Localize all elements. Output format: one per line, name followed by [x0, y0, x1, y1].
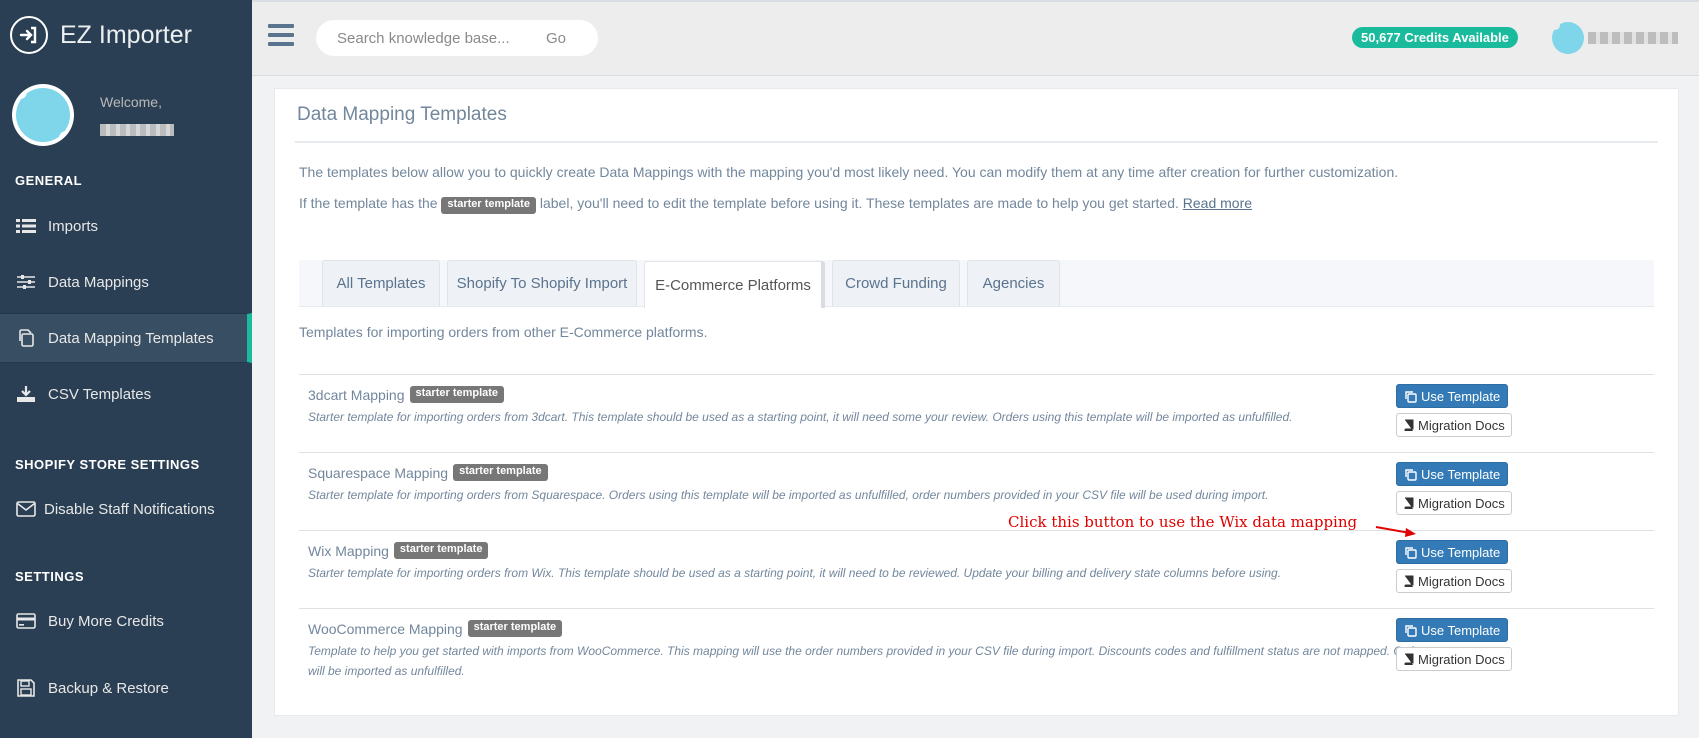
profile: Welcome,: [0, 70, 252, 160]
annotation-text: Click this button to use the Wix data ma…: [1008, 513, 1358, 531]
sidebar-item-label: Data Mapping Templates: [48, 329, 214, 347]
starter-template-badge: starter template: [453, 464, 548, 481]
use-template-button[interactable]: Use Template: [1396, 384, 1509, 408]
migration-docs-label: Migration Docs: [1418, 573, 1505, 589]
sidebar-item-label: CSV Templates: [48, 385, 152, 403]
template-name: Wix Mapping: [308, 542, 389, 559]
copy-icon: [15, 327, 37, 349]
credits-badge: 50,677 Credits Available: [1352, 27, 1518, 48]
sidebar-item-label: Disable Staff Notifications: [44, 500, 215, 518]
section-settings: SETTINGS: [15, 569, 85, 584]
envelope-icon: [15, 498, 37, 520]
tab-crowd-funding[interactable]: Crowd Funding: [832, 260, 960, 306]
migration-docs-label: Migration Docs: [1418, 417, 1505, 433]
app-title: EZ Importer: [60, 20, 192, 49]
migration-docs-label: Migration Docs: [1418, 651, 1505, 667]
use-template-label: Use Template: [1421, 622, 1501, 638]
sidebar-item-data-mappings[interactable]: Data Mappings: [0, 257, 252, 307]
copy-icon: [1405, 390, 1417, 403]
annotation-arrow-icon: [1375, 526, 1416, 537]
intro-text: The templates below allow you to quickly…: [299, 164, 1399, 180]
template-row-squarespace: Squarespace Mapping starter template Star…: [299, 453, 1654, 531]
template-name: Squarespace Mapping: [308, 464, 449, 481]
sidebar-item-label: Data Mappings: [48, 273, 149, 291]
list-icon: [15, 215, 37, 237]
sidebar-item-data-mapping-templates[interactable]: Data Mapping Templates: [0, 313, 252, 363]
user-menu[interactable]: [1552, 22, 1678, 54]
sidebar-item-csv-templates[interactable]: CSV Templates: [0, 369, 252, 419]
intro-starter-note: If the template has the starter template…: [299, 193, 1656, 214]
page-title: Data Mapping Templates: [295, 89, 1658, 143]
starter-template-badge: starter template: [441, 197, 536, 214]
template-name: WooCommerce Mapping: [308, 620, 463, 637]
book-icon: [1404, 497, 1414, 509]
templates-panel: Data Mapping Templates The templates bel…: [274, 88, 1679, 716]
search-input[interactable]: [316, 29, 546, 47]
migration-docs-button[interactable]: Migration Docs: [1396, 569, 1512, 593]
template-row-3dcart: 3dcart Mapping starter template Starter t…: [299, 375, 1654, 453]
use-template-button[interactable]: Use Template: [1396, 540, 1509, 564]
migration-docs-button[interactable]: Migration Docs: [1396, 413, 1512, 437]
book-icon: [1404, 419, 1414, 431]
section-general: GENERAL: [15, 173, 83, 188]
template-tabs: All Templates Shopify To Shopify Import …: [299, 260, 1654, 308]
copy-icon: [1405, 624, 1417, 637]
template-description: Starter template for importing orders fr…: [308, 566, 1282, 580]
template-name: 3dcart Mapping: [308, 386, 405, 403]
use-template-label: Use Template: [1421, 466, 1501, 482]
migration-docs-label: Migration Docs: [1418, 495, 1505, 511]
top-nav: Go 50,677 Credits Available: [252, 0, 1699, 76]
template-row-woocommerce: WooCommerce Mapping starter template Temp…: [299, 609, 1654, 687]
migration-docs-button[interactable]: Migration Docs: [1396, 647, 1512, 671]
sidebar-item-imports[interactable]: Imports: [0, 201, 252, 251]
intro-note-after: label, you'll need to edit the template …: [539, 195, 1179, 211]
copy-icon: [1405, 546, 1417, 559]
starter-template-badge: starter template: [409, 386, 505, 403]
sidebar-item-backup-restore[interactable]: Backup & Restore: [0, 663, 252, 713]
template-row-wix: Wix Mapping starter template Starter temp…: [299, 531, 1654, 609]
intro-note-before: If the template has the: [299, 195, 438, 211]
migration-docs-button[interactable]: Migration Docs: [1396, 491, 1512, 515]
sidebar-item-label: Buy More Credits: [48, 612, 164, 630]
sidebar-item-label: Imports: [48, 217, 99, 235]
starter-template-badge: starter template: [467, 620, 563, 637]
use-template-button[interactable]: Use Template: [1396, 618, 1509, 642]
tab-agencies[interactable]: Agencies: [967, 260, 1060, 306]
credit-card-icon: [15, 610, 37, 632]
floppy-icon: [15, 677, 37, 699]
welcome-label: Welcome,: [100, 94, 162, 110]
sliders-icon: [15, 271, 37, 293]
sidebar-item-buy-more-credits[interactable]: Buy More Credits: [0, 596, 252, 646]
sidebar: EZ Importer Welcome, GENERAL Imports Dat…: [0, 0, 252, 738]
tab-shopify-to-shopify-import[interactable]: Shopify To Shopify Import: [447, 260, 637, 306]
tab-e-commerce-platforms[interactable]: E-Commerce Platforms: [644, 261, 825, 308]
tab-description: Templates for importing orders from othe…: [299, 324, 708, 340]
read-more-link[interactable]: Read more: [1183, 195, 1252, 211]
template-description: Starter template for importing orders fr…: [308, 410, 1293, 424]
search-box: Go: [316, 20, 598, 56]
starter-template-badge: starter template: [393, 542, 489, 559]
tab-all-templates[interactable]: All Templates: [322, 260, 440, 306]
avatar: [12, 84, 74, 146]
download-icon: [15, 383, 37, 405]
menu-toggle-icon[interactable]: [268, 24, 294, 46]
sidebar-item-label: Backup & Restore: [48, 679, 169, 697]
user-name-redacted: [100, 124, 174, 136]
user-name-redacted: [1588, 32, 1678, 44]
book-icon: [1404, 653, 1414, 665]
sidebar-item-disable-staff-notifications[interactable]: Disable Staff Notifications: [0, 484, 252, 534]
use-template-label: Use Template: [1421, 388, 1501, 404]
template-description: Starter template for importing orders fr…: [308, 488, 1269, 502]
brand[interactable]: EZ Importer: [0, 0, 252, 70]
template-description: Template to help you get started with im…: [308, 644, 1425, 678]
section-shopify-store-settings: SHOPIFY STORE SETTINGS: [15, 457, 200, 472]
sign-in-icon: [10, 16, 48, 54]
book-icon: [1404, 575, 1414, 587]
use-template-button[interactable]: Use Template: [1396, 462, 1509, 486]
template-list: 3dcart Mapping starter template Starter t…: [299, 374, 1654, 687]
use-template-label: Use Template: [1421, 544, 1501, 560]
user-avatar: [1552, 22, 1584, 54]
copy-icon: [1405, 468, 1417, 481]
search-go-button[interactable]: Go: [546, 30, 566, 47]
